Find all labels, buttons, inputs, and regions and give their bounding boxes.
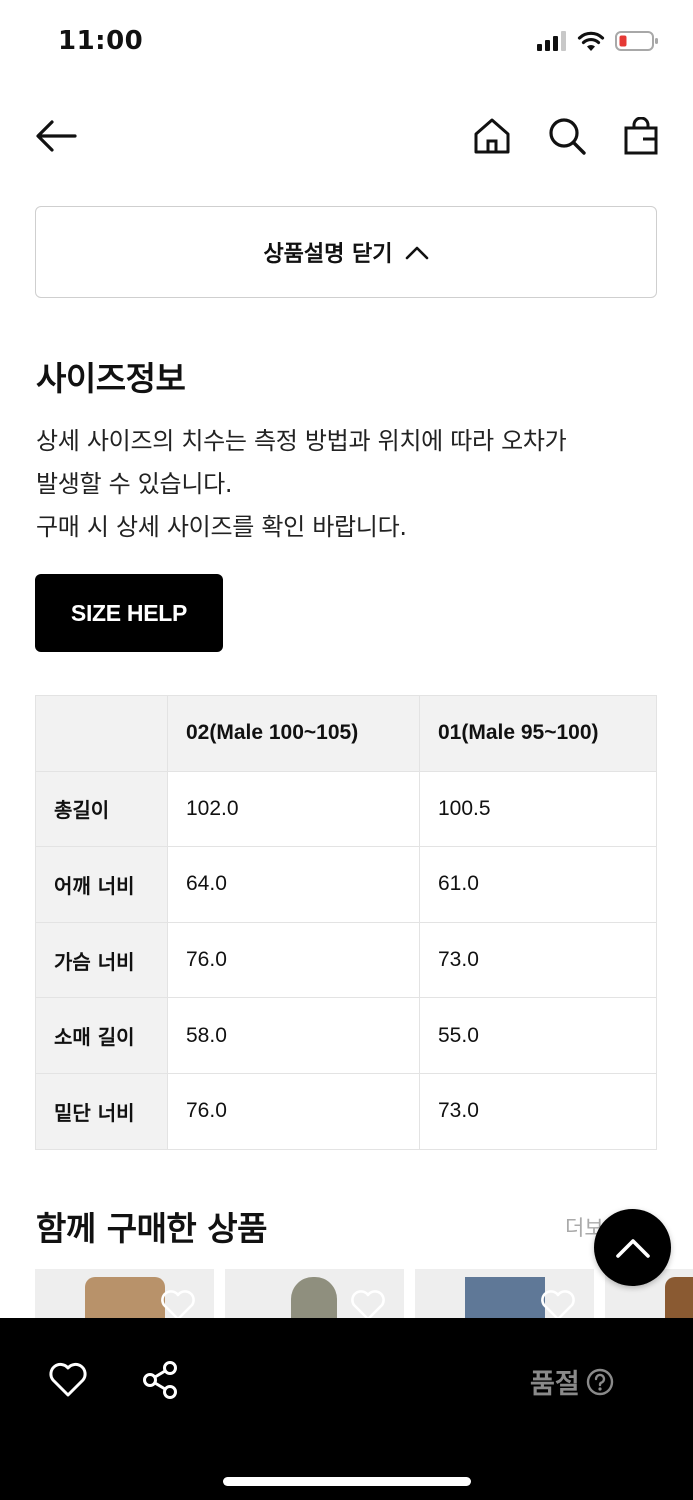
column-header-size-01: 01(Male 95~100) [419,695,657,772]
description-line: 구매 시 상세 사이즈를 확인 바랍니다. [36,513,407,541]
top-navigation [0,110,693,166]
size-info-title: 사이즈정보 [36,359,186,398]
scroll-to-top-button[interactable] [594,1209,671,1286]
soldout-label: 품절 [530,1369,580,1400]
table-corner-cell [35,695,168,772]
table-row: 총길이 102.0 100.5 [35,770,657,848]
bottom-action-bar [0,1318,693,1500]
description-line: 발생할 수 있습니다. [36,470,233,498]
table-cell: 55.0 [419,997,657,1074]
wifi-icon [577,31,605,51]
home-icon[interactable] [466,110,518,162]
table-cell: 61.0 [419,846,657,923]
status-time: 11:00 [58,26,144,56]
size-help-button[interactable]: SIZE HELP [35,574,223,652]
share-icon[interactable] [138,1358,182,1402]
table-cell: 102.0 [167,770,420,848]
table-cell: 58.0 [167,997,420,1074]
search-icon[interactable] [541,110,593,162]
table-row: 가슴 너비 76.0 73.0 [35,921,657,999]
bought-together-title: 함께 구매한 상품 [36,1209,268,1248]
collapse-description-button[interactable]: 상품설명 닫기 [35,206,657,298]
table-row: 소매 길이 58.0 55.0 [35,997,657,1074]
row-label: 총길이 [35,770,168,848]
table-cell: 76.0 [167,1072,420,1150]
row-label: 가슴 너비 [35,921,168,999]
table-cell: 100.5 [419,770,657,848]
size-info-description: 상세 사이즈의 치수는 측정 방법과 위치에 따라 오차가 발생할 수 있습니다… [36,420,666,549]
cellular-signal-icon [537,31,566,51]
battery-icon [615,31,658,51]
description-line: 상세 사이즈의 치수는 측정 방법과 위치에 따라 오차가 [36,427,567,455]
table-cell: 73.0 [419,1072,657,1150]
table-cell: 73.0 [419,921,657,999]
table-row: 밑단 너비 76.0 73.0 [35,1072,657,1150]
heart-icon[interactable] [540,1289,576,1321]
column-header-size-02: 02(Male 100~105) [167,695,420,772]
size-table: 02(Male 100~105) 01(Male 95~100) 총길이 102… [35,695,657,1150]
back-arrow-icon[interactable] [30,110,82,162]
table-cell: 64.0 [167,846,420,923]
chevron-up-icon [405,246,428,260]
question-circle-icon[interactable] [586,1368,614,1396]
chevron-up-icon [615,1238,650,1258]
heart-icon[interactable] [350,1289,386,1321]
table-header-row: 02(Male 100~105) 01(Male 95~100) [35,695,657,772]
soldout-status: 품절 [530,1362,614,1401]
heart-icon[interactable] [160,1289,196,1321]
table-cell: 76.0 [167,921,420,999]
row-label: 어깨 너비 [35,846,168,923]
table-row: 어깨 너비 64.0 61.0 [35,846,657,923]
status-icons [537,30,659,52]
wishlist-heart-icon[interactable] [46,1358,90,1402]
row-label: 소매 길이 [35,997,168,1074]
collapse-description-label: 상품설명 닫기 [263,242,393,267]
row-label: 밑단 너비 [35,1072,168,1150]
shopping-bag-icon[interactable] [615,110,667,162]
status-bar: 11:00 [0,0,693,90]
home-indicator [223,1477,471,1486]
